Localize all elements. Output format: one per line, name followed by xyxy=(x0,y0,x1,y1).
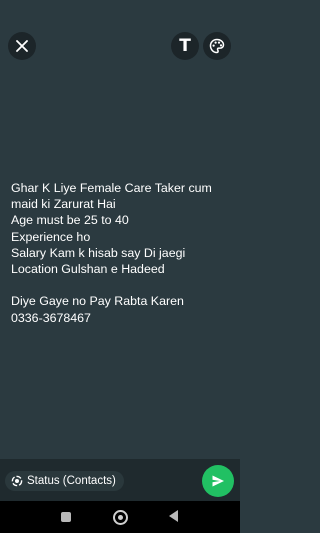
send-button[interactable] xyxy=(202,465,234,497)
text-tool-button[interactable]: T xyxy=(171,32,199,60)
close-icon xyxy=(16,40,28,52)
status-text-line: Diye Gaye no Pay Rabta Karen xyxy=(11,294,184,309)
status-text-line: Experience ho xyxy=(11,229,91,244)
status-text-body[interactable]: Ghar K Liye Female Care Taker cum maid k… xyxy=(11,180,236,326)
palette-icon xyxy=(209,38,225,54)
status-text-line: 0336-3678467 xyxy=(11,310,91,325)
status-text-line: Ghar K Liye Female Care Taker cum xyxy=(11,181,212,195)
home-icon[interactable] xyxy=(113,510,128,525)
status-text-line: maid ki Zarurat Hai xyxy=(11,197,116,212)
close-button[interactable] xyxy=(8,32,36,60)
status-text-line: Age must be 25 to 40 xyxy=(11,213,129,228)
back-icon[interactable] xyxy=(169,510,178,522)
status-audience-chip[interactable]: Status (Contacts) xyxy=(5,471,124,491)
text-tool-label: T xyxy=(179,35,191,56)
status-text-line: Salary Kam k hisab say Di jaegi xyxy=(11,245,186,260)
status-text-blank-line xyxy=(11,277,236,293)
recent-apps-icon[interactable] xyxy=(61,512,71,522)
status-icon xyxy=(11,475,23,487)
send-icon xyxy=(212,475,224,487)
status-audience-label: Status (Contacts) xyxy=(27,475,116,487)
status-text-line: Location Gulshan e Hadeed xyxy=(11,262,165,277)
color-palette-button[interactable] xyxy=(203,32,231,60)
